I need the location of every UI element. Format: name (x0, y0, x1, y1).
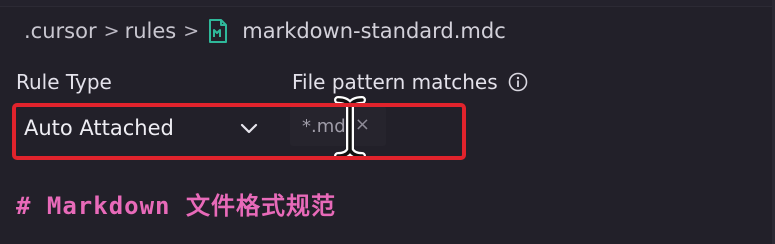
markdown-heading[interactable]: # Markdown 文件格式规范 (16, 186, 336, 221)
breadcrumb: .cursor > rules > markdown-standard.mdc (24, 15, 506, 47)
breadcrumb-item-cursor[interactable]: .cursor (24, 19, 97, 43)
text-cursor-icon (334, 96, 366, 160)
info-icon[interactable] (508, 72, 528, 92)
chevron-right-icon: > (103, 20, 120, 42)
top-edge (0, 0, 775, 7)
file-pattern-label: File pattern matches (292, 70, 498, 94)
markdown-file-icon (206, 18, 230, 44)
chevron-down-icon (238, 117, 260, 139)
rule-type-label: Rule Type (16, 70, 112, 94)
file-pattern-label-row: File pattern matches (292, 70, 528, 94)
rule-type-value: Auto Attached (24, 116, 174, 140)
breadcrumb-item-rules[interactable]: rules (125, 19, 177, 43)
rule-type-select[interactable]: Auto Attached (18, 108, 276, 148)
chevron-right-icon: > (183, 20, 200, 42)
breadcrumb-file-name[interactable]: markdown-standard.mdc (242, 19, 506, 43)
